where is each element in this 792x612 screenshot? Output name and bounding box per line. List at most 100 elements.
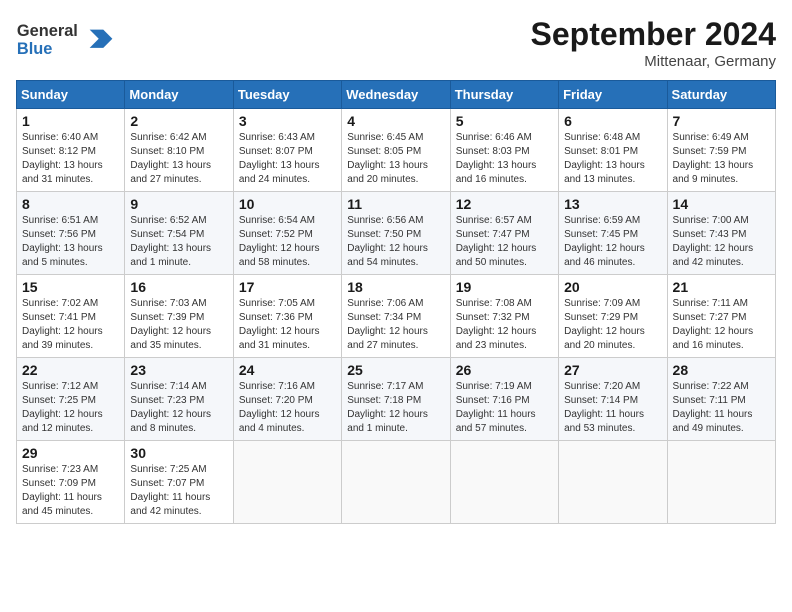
col-tuesday: Tuesday — [233, 81, 341, 109]
list-item: 27 Sunrise: 7:20 AM Sunset: 7:14 PM Dayli… — [559, 358, 667, 441]
title-section: September 2024 Mittenaar, Germany — [531, 16, 776, 70]
list-item: 14 Sunrise: 7:00 AM Sunset: 7:43 PM Dayli… — [667, 192, 775, 275]
day-number: 23 — [130, 362, 227, 378]
day-info: Sunrise: 6:46 AM Sunset: 8:03 PM Dayligh… — [456, 131, 553, 187]
day-info: Sunrise: 6:42 AM Sunset: 8:10 PM Dayligh… — [130, 131, 227, 187]
day-info: Sunrise: 7:25 AM Sunset: 7:07 PM Dayligh… — [130, 463, 227, 519]
list-item: 18 Sunrise: 7:06 AM Sunset: 7:34 PM Dayli… — [342, 275, 450, 358]
list-item — [559, 441, 667, 524]
day-number: 5 — [456, 113, 553, 129]
day-info: Sunrise: 7:11 AM Sunset: 7:27 PM Dayligh… — [673, 297, 770, 353]
day-info: Sunrise: 7:12 AM Sunset: 7:25 PM Dayligh… — [22, 380, 119, 436]
list-item: 6 Sunrise: 6:48 AM Sunset: 8:01 PM Daylig… — [559, 109, 667, 192]
col-monday: Monday — [125, 81, 233, 109]
day-number: 16 — [130, 279, 227, 295]
list-item: 19Sunrise: 7:08 AM Sunset: 7:32 PM Dayli… — [450, 275, 558, 358]
list-item: 8Sunrise: 6:51 AM Sunset: 7:56 PM Daylig… — [17, 192, 125, 275]
day-info: Sunrise: 7:06 AM Sunset: 7:34 PM Dayligh… — [347, 297, 444, 353]
day-number: 12 — [456, 196, 553, 212]
day-number: 25 — [347, 362, 444, 378]
list-item: 2 Sunrise: 6:42 AM Sunset: 8:10 PM Daylig… — [125, 109, 233, 192]
day-number: 22 — [22, 362, 119, 378]
list-item — [342, 441, 450, 524]
day-info: Sunrise: 6:40 AM Sunset: 8:12 PM Dayligh… — [22, 131, 119, 187]
list-item: 3Sunrise: 6:43 AM Sunset: 8:07 PM Daylig… — [233, 109, 341, 192]
col-thursday: Thursday — [450, 81, 558, 109]
day-info: Sunrise: 7:20 AM Sunset: 7:14 PM Dayligh… — [564, 380, 661, 436]
list-item: 21 Sunrise: 7:11 AM Sunset: 7:27 PM Dayli… — [667, 275, 775, 358]
day-info: Sunrise: 7:09 AM Sunset: 7:29 PM Dayligh… — [564, 297, 661, 353]
list-item — [233, 441, 341, 524]
day-number: 26 — [456, 362, 553, 378]
list-item: 29Sunrise: 7:23 AM Sunset: 7:09 PM Dayli… — [17, 441, 125, 524]
day-number: 17 — [239, 279, 336, 295]
day-number: 24 — [239, 362, 336, 378]
list-item: 10 Sunrise: 6:54 AM Sunset: 7:52 PM Dayli… — [233, 192, 341, 275]
table-row: 1 Sunrise: 6:40 AM Sunset: 8:12 PM Daylig… — [17, 109, 776, 192]
day-info: Sunrise: 6:54 AM Sunset: 7:52 PM Dayligh… — [239, 214, 336, 270]
day-info: Sunrise: 7:19 AM Sunset: 7:16 PM Dayligh… — [456, 380, 553, 436]
calendar-table: Sunday Monday Tuesday Wednesday Thursday… — [16, 80, 776, 524]
day-info: Sunrise: 6:45 AM Sunset: 8:05 PM Dayligh… — [347, 131, 444, 187]
day-info: Sunrise: 7:17 AM Sunset: 7:18 PM Dayligh… — [347, 380, 444, 436]
day-number: 1 — [22, 113, 119, 129]
day-info: Sunrise: 6:48 AM Sunset: 8:01 PM Dayligh… — [564, 131, 661, 187]
day-info: Sunrise: 7:05 AM Sunset: 7:36 PM Dayligh… — [239, 297, 336, 353]
day-number: 6 — [564, 113, 661, 129]
list-item — [450, 441, 558, 524]
list-item: 16Sunrise: 7:03 AM Sunset: 7:39 PM Dayli… — [125, 275, 233, 358]
logo-svg: General Blue — [16, 16, 136, 66]
list-item: 26 Sunrise: 7:19 AM Sunset: 7:16 PM Dayli… — [450, 358, 558, 441]
svg-text:Blue: Blue — [17, 40, 52, 58]
day-number: 15 — [22, 279, 119, 295]
list-item: 4 Sunrise: 6:45 AM Sunset: 8:05 PM Daylig… — [342, 109, 450, 192]
day-number: 2 — [130, 113, 227, 129]
day-number: 14 — [673, 196, 770, 212]
day-number: 21 — [673, 279, 770, 295]
list-item: 13 Sunrise: 6:59 AM Sunset: 7:45 PM Dayli… — [559, 192, 667, 275]
svg-text:General: General — [17, 22, 78, 40]
day-number: 9 — [130, 196, 227, 212]
day-number: 20 — [564, 279, 661, 295]
day-number: 18 — [347, 279, 444, 295]
list-item: 7 Sunrise: 6:49 AM Sunset: 7:59 PM Daylig… — [667, 109, 775, 192]
day-number: 19 — [456, 279, 553, 295]
day-info: Sunrise: 7:00 AM Sunset: 7:43 PM Dayligh… — [673, 214, 770, 270]
day-number: 27 — [564, 362, 661, 378]
day-number: 28 — [673, 362, 770, 378]
list-item: 5 Sunrise: 6:46 AM Sunset: 8:03 PM Daylig… — [450, 109, 558, 192]
month-title: September 2024 — [531, 16, 776, 53]
list-item: 24Sunrise: 7:16 AM Sunset: 7:20 PM Dayli… — [233, 358, 341, 441]
list-item: 9 Sunrise: 6:52 AM Sunset: 7:54 PM Daylig… — [125, 192, 233, 275]
day-info: Sunrise: 6:43 AM Sunset: 8:07 PM Dayligh… — [239, 131, 336, 187]
day-info: Sunrise: 6:56 AM Sunset: 7:50 PM Dayligh… — [347, 214, 444, 270]
col-sunday: Sunday — [17, 81, 125, 109]
list-item: 17 Sunrise: 7:05 AM Sunset: 7:36 PM Dayli… — [233, 275, 341, 358]
table-row: 15 Sunrise: 7:02 AM Sunset: 7:41 PM Dayli… — [17, 275, 776, 358]
day-number: 7 — [673, 113, 770, 129]
list-item: 20 Sunrise: 7:09 AM Sunset: 7:29 PM Dayli… — [559, 275, 667, 358]
day-number: 30 — [130, 445, 227, 461]
day-info: Sunrise: 7:22 AM Sunset: 7:11 PM Dayligh… — [673, 380, 770, 436]
day-info: Sunrise: 7:02 AM Sunset: 7:41 PM Dayligh… — [22, 297, 119, 353]
list-item: 12Sunrise: 6:57 AM Sunset: 7:47 PM Dayli… — [450, 192, 558, 275]
day-number: 4 — [347, 113, 444, 129]
list-item: 23Sunrise: 7:14 AM Sunset: 7:23 PM Dayli… — [125, 358, 233, 441]
list-item: 1 Sunrise: 6:40 AM Sunset: 8:12 PM Daylig… — [17, 109, 125, 192]
day-info: Sunrise: 6:59 AM Sunset: 7:45 PM Dayligh… — [564, 214, 661, 270]
logo: General Blue — [16, 16, 136, 66]
day-number: 29 — [22, 445, 119, 461]
table-row: 22 Sunrise: 7:12 AM Sunset: 7:25 PM Dayli… — [17, 358, 776, 441]
day-number: 10 — [239, 196, 336, 212]
list-item: 11 Sunrise: 6:56 AM Sunset: 7:50 PM Dayli… — [342, 192, 450, 275]
list-item: 15 Sunrise: 7:02 AM Sunset: 7:41 PM Dayli… — [17, 275, 125, 358]
day-number: 8 — [22, 196, 119, 212]
day-number: 13 — [564, 196, 661, 212]
list-item — [667, 441, 775, 524]
col-wednesday: Wednesday — [342, 81, 450, 109]
page-header: General Blue September 2024 Mittenaar, G… — [16, 16, 776, 70]
day-info: Sunrise: 6:49 AM Sunset: 7:59 PM Dayligh… — [673, 131, 770, 187]
list-item: 25 Sunrise: 7:17 AM Sunset: 7:18 PM Dayli… — [342, 358, 450, 441]
day-number: 11 — [347, 196, 444, 212]
day-info: Sunrise: 6:52 AM Sunset: 7:54 PM Dayligh… — [130, 214, 227, 270]
